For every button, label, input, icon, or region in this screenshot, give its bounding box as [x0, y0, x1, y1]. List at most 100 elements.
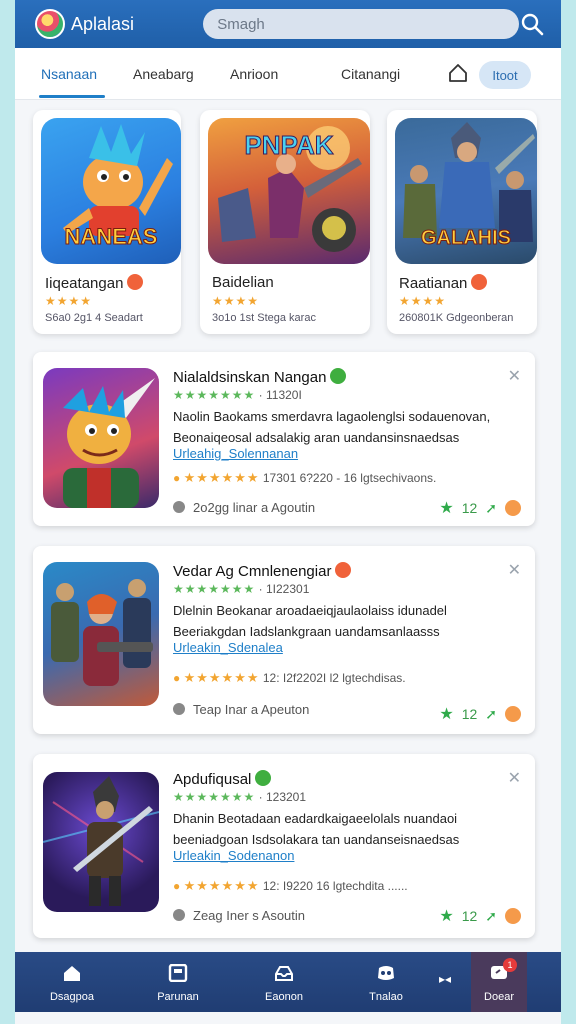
card-actions: ★ 12 ➚ [439, 906, 521, 926]
star-icon[interactable]: ★ [439, 704, 453, 724]
featured-rating-stars: ★★★★ [399, 294, 447, 308]
search-input[interactable] [203, 9, 519, 39]
home-icon [64, 966, 80, 981]
featured-card[interactable]: PNPAK Baidelian ★★★★ 3o1o 1st Stega kara… [200, 110, 370, 334]
featured-meta: 3o1o 1st Stega karac [212, 312, 316, 324]
tab-aneabarg[interactable]: Aneabarg [133, 66, 194, 82]
card-link[interactable]: Urleahig_Solennanan [173, 446, 298, 461]
game-artwork [43, 772, 159, 912]
notification-badge: 1 [503, 958, 517, 972]
game-artwork [43, 562, 159, 706]
card-description: Naolin Baokams smerdavra lagaolenglsi so… [173, 409, 491, 445]
game-artwork [43, 368, 159, 508]
card-rating: ★★★★★★★ · 11320I [173, 388, 302, 402]
author-icon [173, 501, 185, 513]
app-list-card[interactable]: Apdufiqusal ✕ ★★★★★★★ · 123201 Dhanin Be… [33, 754, 535, 938]
heroes-illustration [51, 579, 153, 686]
game-artwork: PNPAK [208, 118, 370, 264]
like-count: 12 [461, 908, 478, 924]
card-link[interactable]: Urleakin_Sodenanon [173, 848, 294, 863]
grid-icon [168, 963, 188, 983]
featured-card[interactable]: NANEAS Iiqeatangan ★★★★ S6a0 2g1 4 Seada… [33, 110, 181, 334]
card-author: Zeag Iner s Asoutin [173, 908, 305, 923]
featured-meta: 260801K Gdgeonberan [399, 312, 514, 324]
nav-label: Parunan [157, 991, 199, 1003]
card-subinfo: ● ★★★★★★ 12: I9220 16 lgtechdita ...... [173, 878, 408, 893]
game-art-title: GALAHIS [421, 227, 512, 250]
card-title: Nialaldsinskan Nangan [173, 368, 347, 386]
game-artwork: GALAHIS [395, 118, 537, 264]
featured-rating-stars: ★★★★ [212, 294, 260, 308]
game-artwork: NANEAS [41, 118, 181, 264]
featured-card[interactable]: GALAHIS Raatianan ★★★★ 260801K Gdgeonber… [387, 110, 537, 334]
nav-item-doear[interactable]: Doear 1 [471, 952, 527, 1012]
close-icon[interactable]: ✕ [508, 366, 521, 386]
nav-label: Tnalao [369, 991, 403, 1003]
top-bar: Aplalasi [15, 0, 561, 48]
card-rating: ★★★★★★★ · 123201 [173, 790, 307, 804]
close-icon[interactable]: ✕ [508, 768, 521, 788]
app-logo [35, 9, 65, 39]
hot-badge-icon [335, 562, 352, 578]
hot-badge-icon [127, 274, 144, 290]
verified-icon [330, 368, 347, 384]
like-count: 12 [461, 500, 478, 516]
tab-anrioon[interactable]: Anrioon [230, 66, 278, 82]
share-icon[interactable]: ➚ [485, 500, 497, 517]
featured-rating-stars: ★★★★ [45, 294, 93, 308]
tab-nsanaan[interactable]: Nsanaan [41, 66, 97, 82]
close-icon[interactable]: ✕ [508, 560, 521, 580]
search-icon [521, 13, 544, 36]
author-icon [173, 703, 185, 715]
card-actions: ★ 12 ➚ [439, 704, 521, 724]
more-icon[interactable] [505, 908, 521, 924]
bottom-navigation: Dsagpoa Parunan Eaonon Tnalao ▸◂ Doear 1 [15, 952, 561, 1012]
star-icon[interactable]: ★ [439, 906, 453, 926]
app-list-card[interactable]: Vedar Ag Cmnlenengiar ✕ ★★★★★★★ · 1I2230… [33, 546, 535, 734]
swordsman-illustration [43, 776, 159, 906]
card-actions: ★ 12 ➚ [439, 498, 521, 518]
nav-item-dsagpoa[interactable]: Dsagpoa [37, 952, 107, 1012]
nav-label: Doear [484, 991, 514, 1003]
filter-pill-button[interactable]: Itoot [479, 61, 531, 89]
hot-badge-icon [471, 274, 488, 290]
card-description: Dhanin Beotadaan eadardkaigaeelolals nua… [173, 811, 460, 847]
nav-item-tnalao[interactable]: Tnalao [351, 952, 421, 1012]
nav-item-eaonon[interactable]: Eaonon [249, 952, 319, 1012]
game-art-title: NANEAS [64, 224, 158, 250]
author-icon [173, 909, 185, 921]
more-icon[interactable] [505, 706, 521, 722]
like-count: 12 [461, 706, 478, 722]
card-author: 2o2gg linar a Agoutin [173, 500, 315, 515]
flame-icon: ● [173, 671, 181, 685]
flame-icon: ● [173, 471, 181, 485]
app-list-card[interactable]: Nialaldsinskan Nangan ✕ ★★★★★★★ · 11320I… [33, 352, 535, 526]
home-icon[interactable] [447, 62, 469, 84]
game-art-title: PNPAK [244, 130, 334, 161]
star-icon[interactable]: ★ [439, 498, 453, 518]
featured-title: Iiqeatangan [45, 274, 144, 292]
tab-citanangi[interactable]: Citanangi [341, 66, 400, 82]
search-button[interactable] [519, 11, 545, 37]
featured-meta: S6a0 2g1 4 Seadart [45, 312, 143, 324]
nav-label: Dsagpoa [49, 991, 95, 1003]
tab-bar: Nsanaan Aneabarg Anrioon Citanangi Itoot [15, 48, 561, 100]
app-title: Aplalasi [71, 13, 135, 34]
flame-icon: ● [173, 879, 181, 893]
inbox-icon [275, 966, 293, 981]
nav-item-parunan[interactable]: Parunan [143, 952, 213, 1012]
play-icon[interactable]: ▸◂ [439, 972, 451, 986]
unicorn-creature-illustration [63, 378, 155, 508]
nav-label: Eaonon [265, 991, 303, 1003]
verified-icon [255, 770, 272, 786]
card-description: Dlelnin Beokanar aroadaeiqjaulaolaiss id… [173, 603, 447, 639]
card-link[interactable]: Urleakin_Sdenalea [173, 640, 283, 655]
card-subinfo: ● ★★★★★★ 17301 6?220 - 16 lgtsechivaons. [173, 470, 437, 485]
share-icon[interactable]: ➚ [485, 908, 497, 925]
card-title: Vedar Ag Cmnlenengiar [173, 562, 352, 580]
share-icon[interactable]: ➚ [485, 706, 497, 723]
featured-title: Raatianan [399, 274, 488, 292]
card-rating: ★★★★★★★ · 1I22301 [173, 582, 310, 596]
more-icon[interactable] [505, 500, 521, 516]
card-author: Teap Inar a Apeuton [173, 702, 309, 717]
